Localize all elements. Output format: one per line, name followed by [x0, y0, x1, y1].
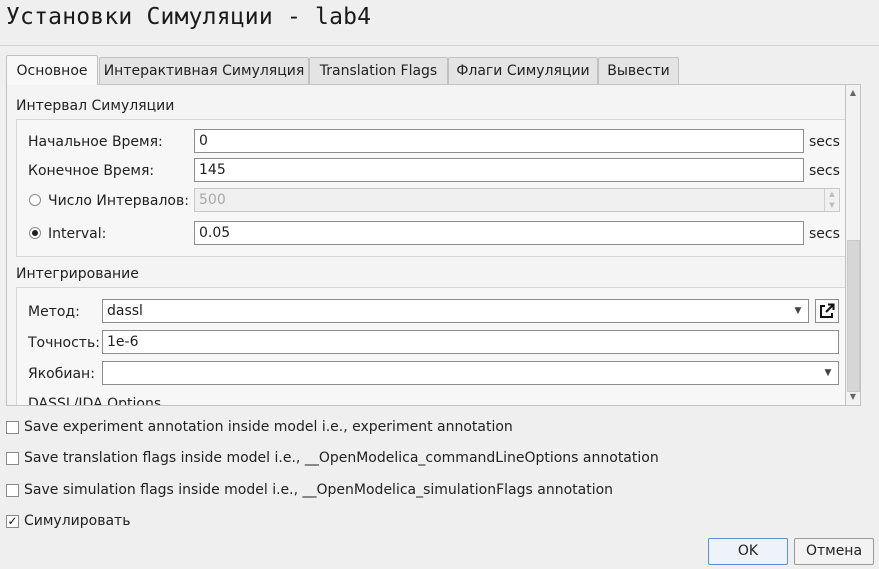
basic-tab-pane: Интервал Симуляции Начальное Время: 0 se… — [6, 84, 846, 406]
save-simulation-flags-label[interactable]: Save simulation flags inside model i.e.,… — [24, 481, 613, 499]
spin-up-icon[interactable]: ▲ — [825, 189, 839, 200]
chevron-down-icon[interactable]: ▼ — [791, 300, 805, 322]
save-experiment-annotation-checkbox[interactable] — [6, 421, 19, 434]
number-of-intervals-spinbox[interactable]: 500 — [194, 188, 840, 212]
tolerance-label: Точность: — [28, 335, 100, 351]
window-title: Установки Симуляции - lab4 — [6, 4, 372, 30]
stop-time-label: Конечное Время: — [28, 163, 155, 179]
save-translation-flags-label[interactable]: Save translation flags inside model i.e.… — [24, 449, 659, 467]
stop-time-input[interactable]: 145 — [194, 158, 804, 182]
save-experiment-annotation-label[interactable]: Save experiment annotation inside model … — [24, 418, 513, 436]
method-label: Метод: — [28, 304, 80, 320]
ok-button[interactable]: OK — [708, 538, 788, 565]
save-simulation-flags-checkbox[interactable] — [6, 484, 19, 497]
tab-basic[interactable]: Основное — [6, 55, 98, 85]
cancel-button[interactable]: Отмена — [794, 538, 874, 565]
method-value: dassl — [107, 303, 143, 319]
interval-group-title: Интервал Симуляции — [16, 98, 175, 114]
title-divider — [0, 45, 879, 46]
interval-label: Interval: — [48, 226, 107, 242]
check-mark-icon: ✓ — [7, 514, 18, 528]
tab-interactive-simulation[interactable]: Интерактивная Симуляция — [99, 57, 309, 84]
number-of-intervals-spin-buttons[interactable]: ▲ ▼ — [824, 189, 839, 211]
integration-group-title: Интегрирование — [16, 266, 139, 282]
spin-down-icon[interactable]: ▼ — [825, 200, 839, 211]
tolerance-input[interactable]: 1e-6 — [102, 330, 839, 354]
simulate-label[interactable]: Симулировать — [24, 512, 130, 530]
scrollbar-thumb[interactable] — [847, 240, 860, 392]
interval-radio[interactable] — [29, 227, 41, 239]
method-help-button[interactable] — [815, 299, 839, 323]
pane-scrollbar[interactable]: ▲ ▼ — [846, 84, 861, 406]
open-external-icon — [820, 303, 835, 318]
scroll-down-icon[interactable]: ▼ — [847, 391, 859, 403]
chevron-down-icon[interactable]: ▼ — [821, 362, 835, 384]
tab-output[interactable]: Вывести — [598, 57, 679, 84]
number-of-intervals-radio[interactable] — [29, 194, 41, 206]
interval-input[interactable]: 0.05 — [194, 221, 804, 245]
save-translation-flags-checkbox[interactable] — [6, 452, 19, 465]
start-time-label: Начальное Время: — [28, 134, 163, 150]
start-time-input[interactable]: 0 — [194, 129, 804, 153]
number-of-intervals-label: Число Интервалов: — [48, 193, 189, 209]
tab-translation-flags[interactable]: Translation Flags — [309, 57, 448, 84]
scroll-up-icon[interactable]: ▲ — [847, 87, 859, 99]
method-combobox[interactable]: dassl — [102, 299, 809, 323]
jacobian-label: Якобиан: — [28, 366, 95, 382]
start-time-unit: secs — [809, 134, 840, 150]
jacobian-combobox[interactable] — [102, 361, 839, 385]
stop-time-unit: secs — [809, 163, 840, 179]
tab-simulation-flags[interactable]: Флаги Симуляции — [448, 57, 598, 84]
interval-unit: secs — [809, 226, 840, 242]
simulate-checkbox[interactable]: ✓ — [6, 515, 19, 528]
dassl-options-title: DASSL/IDA Options — [28, 396, 162, 406]
